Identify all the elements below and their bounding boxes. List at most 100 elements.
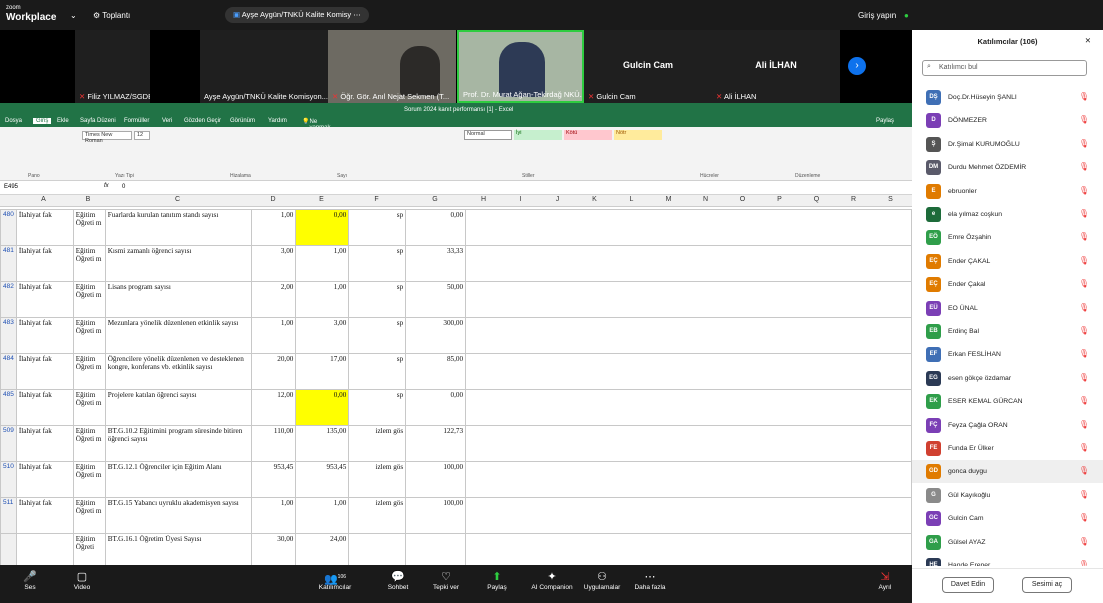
row-number[interactable]: 480 <box>0 209 17 246</box>
participant-row[interactable]: EÇ Ender ÇAKAL 🎙 <box>912 250 1103 273</box>
table-cell[interactable]: Öğrencilere yönelik düzenlenen ve destek… <box>104 353 253 390</box>
table-cell[interactable]: Fuarlarda kurulan tanıtım standı sayısı <box>104 209 253 246</box>
table-cell[interactable] <box>465 245 912 282</box>
table-cell[interactable]: 1,00 <box>251 317 297 354</box>
video-tile[interactable]: ✕ Öğr. Gör. Anıl Nejat Sekmen (T... <box>328 30 456 103</box>
participant-row[interactable]: EÜ EO ÜNAL 🎙 <box>912 297 1103 320</box>
participant-row[interactable]: FÇ Feyza Çağla ORAN 🎙 <box>912 414 1103 437</box>
table-cell[interactable]: 122,73 <box>405 425 467 462</box>
table-cell[interactable] <box>465 533 912 565</box>
table-cell[interactable] <box>465 461 912 498</box>
table-cell[interactable] <box>465 497 912 534</box>
invite-button[interactable]: Davet Edin <box>942 577 994 593</box>
table-cell[interactable]: 50,00 <box>405 281 467 318</box>
col-header[interactable]: L <box>613 196 650 203</box>
tab-file[interactable]: Dosya <box>5 118 22 124</box>
table-cell[interactable]: Eğitim Öğreti m <box>72 461 106 498</box>
table-cell[interactable]: sp <box>348 209 407 246</box>
table-cell[interactable]: izlem gös <box>348 461 407 498</box>
table-cell[interactable]: Eğitim Öğreti m <box>72 389 106 426</box>
table-cell[interactable]: İlahiyat fak <box>15 209 74 246</box>
table-cell[interactable]: Eğitim Öğreti m <box>72 245 106 282</box>
chevron-down-icon[interactable]: ⌄ <box>70 11 77 20</box>
table-cell[interactable]: sp <box>348 353 407 390</box>
unmute-button[interactable]: Sesimi aç <box>1022 577 1072 593</box>
table-cell[interactable]: Mezunlara yönelik düzenlenen etkinlik sa… <box>104 317 253 354</box>
table-cell[interactable]: izlem gös <box>348 425 407 462</box>
table-cell[interactable]: 300,00 <box>405 317 467 354</box>
table-cell[interactable] <box>465 317 912 354</box>
video-tile[interactable]: Ali İLHAN ✕ Ali İLHAN <box>712 30 840 103</box>
col-header[interactable]: G <box>405 196 465 203</box>
tab-help[interactable]: Yardım <box>268 118 287 124</box>
row-number[interactable]: 509 <box>0 425 17 462</box>
table-cell[interactable]: sp <box>348 389 407 426</box>
table-cell[interactable]: İlahiyat fak <box>15 497 74 534</box>
participant-row[interactable]: GA Gülsel AYAZ 🎙 <box>912 531 1103 554</box>
table-cell[interactable] <box>465 209 912 246</box>
col-header[interactable]: M <box>650 196 687 203</box>
participant-row[interactable]: FE Funda Er Ülker 🎙 <box>912 437 1103 460</box>
tab-data[interactable]: Veri <box>162 118 172 124</box>
table-cell[interactable] <box>405 533 467 565</box>
col-header[interactable]: O <box>724 196 761 203</box>
participant-row[interactable]: EG esen gökçe özdamar 🎙 <box>912 367 1103 390</box>
participant-row[interactable]: GC Gulcin Cam 🎙 <box>912 507 1103 530</box>
col-header[interactable]: P <box>761 196 798 203</box>
tell-me-box[interactable]: 💡 Ne yapmak istediğinizi söyleyin <box>302 118 337 143</box>
col-header[interactable]: K <box>576 196 613 203</box>
style-neutral[interactable]: Nötr <box>614 130 662 140</box>
col-header[interactable]: J <box>539 196 576 203</box>
name-box[interactable]: E495 <box>4 184 18 190</box>
table-cell[interactable]: 12,00 <box>251 389 297 426</box>
col-header[interactable]: F <box>348 196 405 203</box>
formula-input[interactable]: 0 <box>122 184 125 190</box>
participant-row[interactable]: e ela yılmaz coşkun 🎙 <box>912 203 1103 226</box>
table-cell[interactable]: 20,00 <box>251 353 297 390</box>
table-cell[interactable]: 3,00 <box>295 317 350 354</box>
row-number[interactable]: 481 <box>0 245 17 282</box>
participant-row[interactable]: EÖ Emre Özşahin 🎙 <box>912 226 1103 249</box>
col-header[interactable]: B <box>72 196 104 203</box>
participants-button[interactable]: 👥106 Katılımcılar <box>305 570 365 591</box>
table-cell[interactable]: 85,00 <box>405 353 467 390</box>
participant-row[interactable]: GD gonca duygu 🎙 <box>912 460 1103 484</box>
video-tile[interactable]: Ayşe Aygün/TNKÜ Kalite Komisyon... <box>200 30 328 103</box>
table-cell[interactable]: İlahiyat fak <box>15 425 74 462</box>
row-number[interactable]: 485 <box>0 389 17 426</box>
table-cell[interactable]: Eğitim Öğreti m <box>72 353 106 390</box>
share-screen-button[interactable]: ⬆ Paylaş <box>467 570 527 591</box>
share-button[interactable]: Paylaş <box>876 118 894 124</box>
table-cell[interactable]: 0,00 <box>295 209 350 246</box>
share-pill[interactable]: ▣ Ayşe Aygün/TNKÜ Kalite Komisy ⋯ <box>225 7 369 23</box>
col-header[interactable]: E <box>295 196 348 203</box>
table-cell[interactable]: Eğitim Öğreti <box>72 533 106 565</box>
next-page-button[interactable]: › <box>848 57 866 75</box>
table-cell[interactable]: 30,00 <box>251 533 297 565</box>
table-cell[interactable]: BT.G.10.2 Eğitimini program süresinde bi… <box>104 425 253 462</box>
close-icon[interactable]: ✕ <box>1085 36 1091 45</box>
table-cell[interactable]: 135,00 <box>295 425 350 462</box>
table-cell[interactable]: 110,00 <box>251 425 297 462</box>
tab-insert[interactable]: Ekle <box>57 118 69 124</box>
participant-row[interactable]: EK ESER KEMAL GÜRCAN 🎙 <box>912 390 1103 413</box>
tab-formulas[interactable]: Formüller <box>124 118 149 124</box>
table-cell[interactable]: Eğitim Öğreti m <box>72 317 106 354</box>
table-cell[interactable]: Lisans program sayısı <box>104 281 253 318</box>
col-header[interactable]: C <box>104 196 251 203</box>
participant-row[interactable]: Eebruonler 🎙 <box>912 180 1103 203</box>
row-number[interactable]: 484 <box>0 353 17 390</box>
participant-row[interactable]: D DÖNMEZER 🎙 <box>912 109 1103 132</box>
table-cell[interactable]: İlahiyat fak <box>15 353 74 390</box>
participant-row[interactable]: DŞ Doç.Dr.Hüseyin ŞANLI 🎙 <box>912 86 1103 109</box>
row-number[interactable]: 511 <box>0 497 17 534</box>
table-cell[interactable]: 1,00 <box>295 281 350 318</box>
col-header[interactable]: A <box>15 196 72 203</box>
table-cell[interactable]: 0,00 <box>295 389 350 426</box>
table-cell[interactable]: Eğitim Öğreti m <box>72 209 106 246</box>
table-cell[interactable]: BT.G.16.1 Öğretim Üyesi Sayısı <box>104 533 253 565</box>
col-header[interactable]: H <box>465 196 502 203</box>
table-cell[interactable]: İlahiyat fak <box>15 317 74 354</box>
audio-button[interactable]: 🎤 Ses <box>0 570 60 591</box>
row-number[interactable]: 483 <box>0 317 17 354</box>
